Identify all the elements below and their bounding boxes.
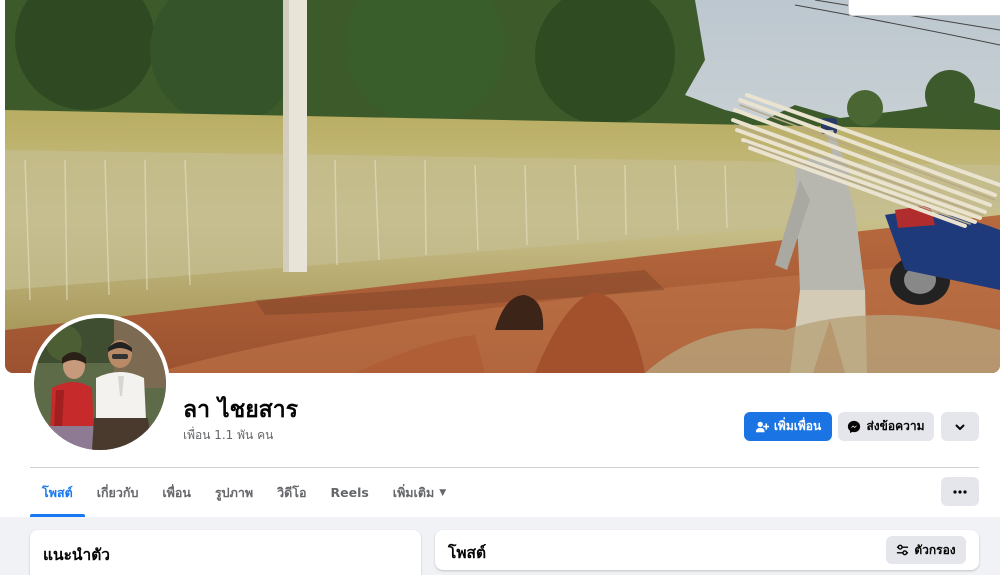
- avatar[interactable]: [30, 314, 170, 454]
- tab-overflow-button[interactable]: [941, 477, 979, 506]
- chevron-down-icon: [954, 421, 966, 433]
- tab-videos[interactable]: วิดีโอ: [265, 468, 318, 517]
- tab-more[interactable]: เพิ่มเติม ▼: [381, 468, 458, 517]
- tab-label: เกี่ยวกับ: [96, 484, 139, 500]
- cover-popup-edge: [848, 0, 1000, 16]
- posts-title: โพสต์: [448, 544, 487, 562]
- intro-title: แนะนำตัว: [43, 546, 110, 564]
- cover-photo[interactable]: [5, 0, 1000, 373]
- filter-button[interactable]: ตัวกรอง: [886, 536, 966, 564]
- add-friend-label: เพิ่มเพื่อน: [773, 419, 822, 433]
- filter-label: ตัวกรอง: [914, 542, 956, 557]
- sliders-icon: [896, 544, 909, 556]
- tab-posts[interactable]: โพสต์: [30, 468, 85, 517]
- tab-label: เพื่อน: [162, 484, 191, 500]
- add-friend-button[interactable]: เพิ่มเพื่อน: [744, 412, 832, 441]
- tab-friends[interactable]: เพื่อน: [150, 468, 203, 517]
- tab-label: วิดีโอ: [277, 484, 307, 500]
- profile-header: ลา ไชยสาร เพื่อน 1.1 พัน คน เพิ่มเพื่อน …: [0, 0, 1000, 517]
- profile-picture-image: [34, 318, 166, 450]
- tab-label: เพิ่มเติม: [392, 484, 435, 500]
- ellipsis-icon: [953, 489, 967, 494]
- message-button[interactable]: ส่งข้อความ: [838, 412, 934, 441]
- posts-card: โพสต์ ตัวกรอง: [435, 530, 979, 570]
- cover-photo-image: [5, 0, 1000, 373]
- tab-label: รูปภาพ: [214, 484, 254, 500]
- tab-about[interactable]: เกี่ยวกับ: [85, 468, 151, 517]
- tab-label: Reels: [330, 485, 369, 500]
- messenger-icon: [847, 420, 861, 434]
- tab-photos[interactable]: รูปภาพ: [203, 468, 265, 517]
- caret-down-icon: ▼: [439, 487, 447, 498]
- intro-card: แนะนำตัว: [30, 530, 421, 575]
- profile-name: ลา ไชยสาร: [183, 397, 298, 423]
- more-options-button[interactable]: [941, 412, 979, 441]
- tab-reels[interactable]: Reels: [318, 468, 380, 517]
- friend-count[interactable]: เพื่อน 1.1 พัน คน: [183, 426, 273, 445]
- profile-picture: [34, 318, 166, 450]
- tab-label: โพสต์: [42, 484, 73, 500]
- message-label: ส่งข้อความ: [866, 419, 925, 433]
- person-plus-icon: [755, 420, 769, 434]
- profile-tabs: โพสต์ เกี่ยวกับ เพื่อน รูปภาพ วิดีโอ Ree…: [30, 468, 458, 517]
